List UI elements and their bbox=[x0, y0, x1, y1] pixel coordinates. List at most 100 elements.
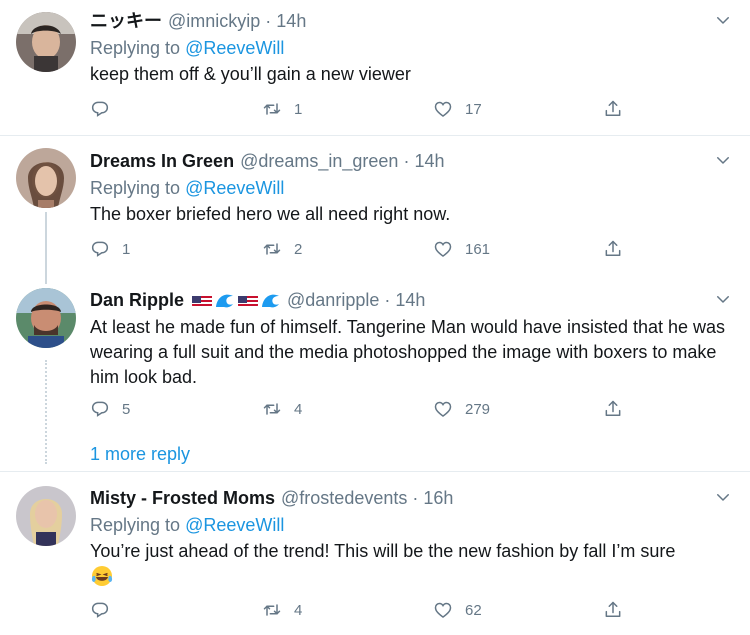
reply-count: 5 bbox=[122, 400, 131, 418]
timestamp[interactable]: 14h bbox=[395, 289, 425, 311]
timestamp[interactable]: 14h bbox=[276, 10, 306, 32]
reply-icon bbox=[90, 239, 110, 259]
retweet-icon bbox=[262, 600, 282, 620]
timestamp[interactable]: 14h bbox=[414, 150, 444, 172]
wave-icon bbox=[261, 291, 281, 309]
reply-icon bbox=[90, 600, 110, 620]
separator-dot: · bbox=[265, 11, 272, 31]
avatar[interactable] bbox=[16, 148, 76, 208]
like-button[interactable]: 17 bbox=[433, 99, 482, 119]
retweet-button[interactable]: 2 bbox=[262, 239, 302, 259]
share-button[interactable] bbox=[603, 239, 623, 259]
display-name[interactable]: ニッキー bbox=[90, 10, 162, 32]
tweet-header: Dreams In Green @dreams_in_green · 14h bbox=[90, 150, 444, 172]
tweet-text: At least he made fun of himself. Tangeri… bbox=[90, 317, 726, 387]
tweet-2[interactable]: Dreams In Green @dreams_in_green · 14h R… bbox=[0, 136, 750, 284]
wave-icon bbox=[215, 291, 235, 309]
share-icon bbox=[603, 99, 623, 119]
chevron-down-icon[interactable] bbox=[714, 11, 732, 29]
tweet-header: Misty - Frosted Moms @frostedevents · 16… bbox=[90, 487, 453, 509]
tweet-text: keep them off & you’ll gain a new viewer bbox=[90, 64, 411, 84]
avatar[interactable] bbox=[16, 288, 76, 348]
replying-to-label: Replying to bbox=[90, 515, 181, 535]
tweet-actions: 1 2 161 bbox=[90, 239, 640, 263]
tweet-header: Dan Ripple @danripple · 14h bbox=[90, 289, 425, 311]
thread-line bbox=[45, 212, 47, 284]
replying-to: Replying to @ReeveWill bbox=[90, 513, 284, 537]
tears-of-joy-emoji bbox=[90, 564, 114, 588]
tweet-actions: 4 62 bbox=[90, 600, 640, 624]
replying-to: Replying to @ReeveWill bbox=[90, 36, 284, 60]
share-button[interactable] bbox=[603, 99, 623, 119]
thread-dots bbox=[45, 360, 47, 464]
share-button[interactable] bbox=[603, 600, 623, 620]
user-handle[interactable]: @imnickyip bbox=[168, 10, 260, 32]
chevron-down-icon[interactable] bbox=[714, 290, 732, 308]
retweet-icon bbox=[262, 239, 282, 259]
retweet-button[interactable]: 4 bbox=[262, 399, 302, 419]
like-button[interactable]: 279 bbox=[433, 399, 490, 419]
reply-button[interactable] bbox=[90, 600, 122, 620]
reply-button[interactable] bbox=[90, 99, 122, 119]
share-icon bbox=[603, 399, 623, 419]
user-handle[interactable]: @dreams_in_green bbox=[240, 150, 398, 172]
reply-icon bbox=[90, 399, 110, 419]
tweet-actions: 5 4 279 bbox=[90, 399, 640, 423]
tweet-header: ニッキー @imnickyip · 14h bbox=[90, 10, 306, 32]
replying-to-link[interactable]: @ReeveWill bbox=[185, 515, 284, 535]
display-name[interactable]: Misty - Frosted Moms bbox=[90, 487, 275, 509]
like-count: 161 bbox=[465, 240, 491, 258]
heart-icon bbox=[433, 239, 453, 259]
share-icon bbox=[603, 239, 623, 259]
tweet-text: You’re just ahead of the trend! This wil… bbox=[90, 541, 676, 561]
chevron-down-icon[interactable] bbox=[714, 151, 732, 169]
display-name[interactable]: Dan Ripple bbox=[90, 289, 184, 311]
more-replies-link[interactable]: 1 more reply bbox=[90, 444, 190, 465]
timestamp[interactable]: 16h bbox=[423, 487, 453, 509]
replying-to-label: Replying to bbox=[90, 178, 181, 198]
retweet-count: 4 bbox=[294, 400, 303, 418]
like-count: 62 bbox=[465, 601, 482, 619]
separator-dot: · bbox=[403, 151, 410, 171]
tweet-3[interactable]: Dan Ripple @danripple · 14h At least he … bbox=[0, 276, 750, 471]
heart-icon bbox=[433, 99, 453, 119]
retweet-button[interactable]: 4 bbox=[262, 600, 302, 620]
retweet-icon bbox=[262, 99, 282, 119]
separator-dot: · bbox=[412, 488, 419, 508]
heart-icon bbox=[433, 600, 453, 620]
user-handle[interactable]: @danripple bbox=[287, 289, 379, 311]
reply-count: 1 bbox=[122, 240, 131, 258]
like-button[interactable]: 62 bbox=[433, 600, 482, 620]
retweet-icon bbox=[262, 399, 282, 419]
retweet-count: 2 bbox=[294, 240, 303, 258]
tweet-1[interactable]: ニッキー @imnickyip · 14h Replying to @Reeve… bbox=[0, 0, 750, 135]
replying-to-link[interactable]: @ReeveWill bbox=[185, 38, 284, 58]
reply-button[interactable]: 5 bbox=[90, 399, 130, 419]
like-count: 279 bbox=[465, 400, 491, 418]
separator-dot: · bbox=[384, 290, 391, 310]
display-name[interactable]: Dreams In Green bbox=[90, 150, 234, 172]
share-button[interactable] bbox=[603, 399, 623, 419]
replying-to-link[interactable]: @ReeveWill bbox=[185, 178, 284, 198]
replying-to: Replying to @ReeveWill bbox=[90, 176, 284, 200]
us-flag-icon bbox=[238, 293, 259, 307]
avatar[interactable] bbox=[16, 486, 76, 546]
name-emojis bbox=[192, 291, 281, 309]
us-flag-icon bbox=[192, 293, 213, 307]
replying-to-label: Replying to bbox=[90, 38, 181, 58]
tweet-actions: 1 17 bbox=[90, 99, 640, 123]
tweet-4[interactable]: Misty - Frosted Moms @frostedevents · 16… bbox=[0, 472, 750, 635]
retweet-button[interactable]: 1 bbox=[262, 99, 302, 119]
reply-icon bbox=[90, 99, 110, 119]
avatar[interactable] bbox=[16, 12, 76, 72]
retweet-count: 1 bbox=[294, 100, 303, 118]
like-count: 17 bbox=[465, 100, 482, 118]
share-icon bbox=[603, 600, 623, 620]
reply-button[interactable]: 1 bbox=[90, 239, 130, 259]
tweet-text: The boxer briefed hero we all need right… bbox=[90, 204, 451, 224]
heart-icon bbox=[433, 399, 453, 419]
chevron-down-icon[interactable] bbox=[714, 488, 732, 506]
user-handle[interactable]: @frostedevents bbox=[281, 487, 407, 509]
like-button[interactable]: 161 bbox=[433, 239, 490, 259]
retweet-count: 4 bbox=[294, 601, 303, 619]
